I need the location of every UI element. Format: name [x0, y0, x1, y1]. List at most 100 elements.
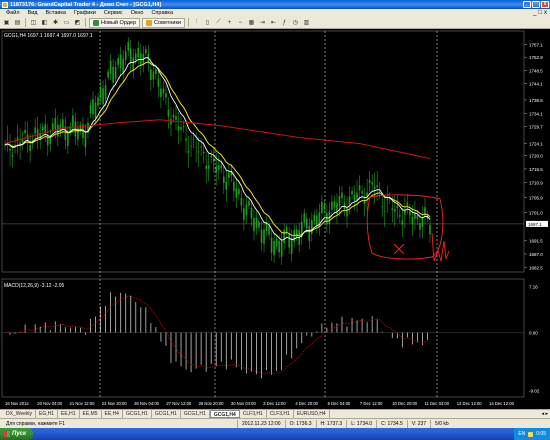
- status-open: O: 1736.3: [284, 419, 316, 428]
- price-tick-label: 1682.5: [529, 266, 543, 271]
- macd-tick-label: 0.00: [529, 331, 538, 336]
- candle-body: [238, 188, 240, 195]
- candle-body: [353, 194, 356, 201]
- menu-window[interactable]: Окно: [127, 10, 148, 16]
- tab-clf3-h1[interactable]: CLF3,H1: [240, 410, 267, 418]
- menu-help[interactable]: Справка: [147, 10, 177, 16]
- periods-icon[interactable]: ◷: [291, 18, 300, 27]
- tray-app-icon[interactable]: [528, 431, 534, 437]
- candle-body: [24, 129, 26, 134]
- candle-body: [371, 182, 373, 185]
- data-window-icon[interactable]: ◧: [40, 18, 49, 27]
- tab-gcg1-h4[interactable]: GCG1,H4: [209, 410, 240, 418]
- candle-body: [268, 225, 270, 235]
- current-price-label: 1697.1: [528, 222, 542, 227]
- navigator-icon[interactable]: ✱: [51, 18, 60, 27]
- chart-tabs: DX_Weekly EG,H1 EE,H1 EE,M5 EE,H4 GCG1,H…: [0, 409, 550, 418]
- mdi-restore-button[interactable]: □: [538, 10, 542, 16]
- tab-clf3-h1[interactable]: CLF3,H1: [267, 410, 294, 418]
- indicators-icon[interactable]: ƒ: [280, 18, 289, 27]
- experts-button[interactable]: Советники: [142, 17, 185, 28]
- templates-icon[interactable]: ▥: [302, 18, 311, 27]
- candle-body: [381, 205, 384, 207]
- date-tick-label: 4 Dec 20:00: [295, 401, 318, 406]
- tile-icon[interactable]: ▦: [247, 18, 256, 27]
- maximize-button[interactable]: □: [532, 1, 540, 8]
- menu-file[interactable]: Файл: [2, 10, 24, 16]
- date-tick-label: 11 Dec 04:00: [424, 401, 449, 406]
- candle-body: [255, 217, 258, 228]
- tab-ee-h1[interactable]: EE,H1: [58, 410, 80, 418]
- tab-gcg1-h1[interactable]: GCG1,H1: [152, 410, 181, 418]
- tab-gcg1-h1[interactable]: GCG1,H1: [123, 410, 152, 418]
- mdi-minimize-button[interactable]: _: [533, 10, 536, 16]
- menu-view[interactable]: Вид: [24, 10, 42, 16]
- menu-charts[interactable]: Графики: [70, 10, 100, 16]
- candle-body: [145, 49, 147, 54]
- menu-tools[interactable]: Сервис: [100, 10, 127, 16]
- candle-body: [72, 115, 74, 127]
- tab-scroll-arrows[interactable]: ◂ ▸: [542, 411, 548, 417]
- close-button[interactable]: x: [541, 1, 549, 8]
- toolbar-separator: [25, 18, 26, 27]
- autoscroll-icon[interactable]: ⇥: [258, 18, 267, 27]
- date-tick-label: 28 Nov 20:00: [199, 401, 225, 406]
- tester-icon[interactable]: ◩: [73, 18, 82, 27]
- candle-body: [285, 227, 288, 233]
- date-tick-label: 14 Dec 12:00: [489, 401, 515, 406]
- macd-tick-label: 7.16: [529, 284, 538, 289]
- tab-dx-weekly[interactable]: DX_Weekly: [3, 410, 37, 418]
- profiles-icon[interactable]: ▤: [13, 18, 22, 27]
- language-indicator[interactable]: EN: [518, 431, 525, 437]
- tab-gcg1-h1[interactable]: GCG1,H1: [181, 410, 210, 418]
- zoom-in-icon[interactable]: +: [225, 18, 234, 27]
- minimize-button[interactable]: _: [523, 1, 531, 8]
- menu-insert[interactable]: Вставка: [41, 10, 69, 16]
- start-button[interactable]: Пуск: [0, 428, 34, 440]
- price-chart[interactable]: 1757.1 1752.9 1748.5 1744.1 1738.6 1734.1 1729…: [0, 29, 550, 409]
- menu-bar: Файл Вид Вставка Графики Сервис Окно Спр…: [0, 9, 550, 17]
- candle-chart-icon[interactable]: ▯: [203, 18, 212, 27]
- candle-body: [275, 238, 278, 247]
- market-watch-icon[interactable]: ◫: [29, 18, 38, 27]
- candle-body: [368, 180, 371, 183]
- candle-body: [283, 229, 285, 244]
- candle-body: [119, 54, 122, 69]
- terminal-icon[interactable]: ▭: [62, 18, 71, 27]
- candle-body: [278, 240, 280, 253]
- status-close: C: 1734.5: [376, 419, 407, 428]
- tab-eurusd-h4[interactable]: EURUSD,H4: [294, 410, 330, 418]
- candle-body: [172, 114, 175, 118]
- date-tick-label: 26 Nov 04:00: [134, 401, 160, 406]
- line-chart-icon[interactable]: ⟋: [214, 18, 223, 27]
- long-ma-line: [4, 119, 431, 159]
- window-controls: _ □ x: [523, 1, 549, 8]
- candle-body: [177, 126, 180, 131]
- candle-body: [117, 58, 119, 66]
- candle-body: [165, 92, 167, 98]
- date-tick-label: 10 Dec 20:00: [392, 401, 418, 406]
- price-tick-label: 1710.9: [529, 181, 543, 186]
- candle-body: [197, 151, 200, 153]
- new-order-button[interactable]: Новый Ордер: [89, 17, 141, 28]
- new-chart-icon[interactable]: ▣: [2, 18, 11, 27]
- candle-body: [361, 191, 363, 194]
- candle-body: [160, 88, 162, 97]
- taskbar: Пуск EN 0:05: [0, 428, 550, 440]
- chart-shift-icon[interactable]: ⇤: [269, 18, 278, 27]
- tab-eg-h1[interactable]: EG,H1: [36, 410, 59, 418]
- grid: [1, 30, 525, 398]
- slow-ma-line: [4, 61, 431, 236]
- candle-body: [107, 71, 109, 78]
- bar-chart-icon[interactable]: ⫶: [192, 18, 201, 27]
- candle-body: [233, 181, 235, 192]
- main-panel-frame: [1, 30, 525, 273]
- mdi-close-button[interactable]: x: [544, 10, 547, 16]
- zoom-out-icon[interactable]: −: [236, 18, 245, 27]
- chart-window[interactable]: 1757.1 1752.9 1748.5 1744.1 1738.6 1734.1 1729…: [0, 29, 550, 409]
- candle-body: [9, 149, 11, 151]
- tab-ee-h4[interactable]: EE,H4: [102, 410, 123, 418]
- candle-body: [102, 88, 104, 105]
- tab-ee-m5[interactable]: EE,M5: [80, 410, 102, 418]
- date-tick-label: 30 Nov 04:00: [231, 401, 257, 406]
